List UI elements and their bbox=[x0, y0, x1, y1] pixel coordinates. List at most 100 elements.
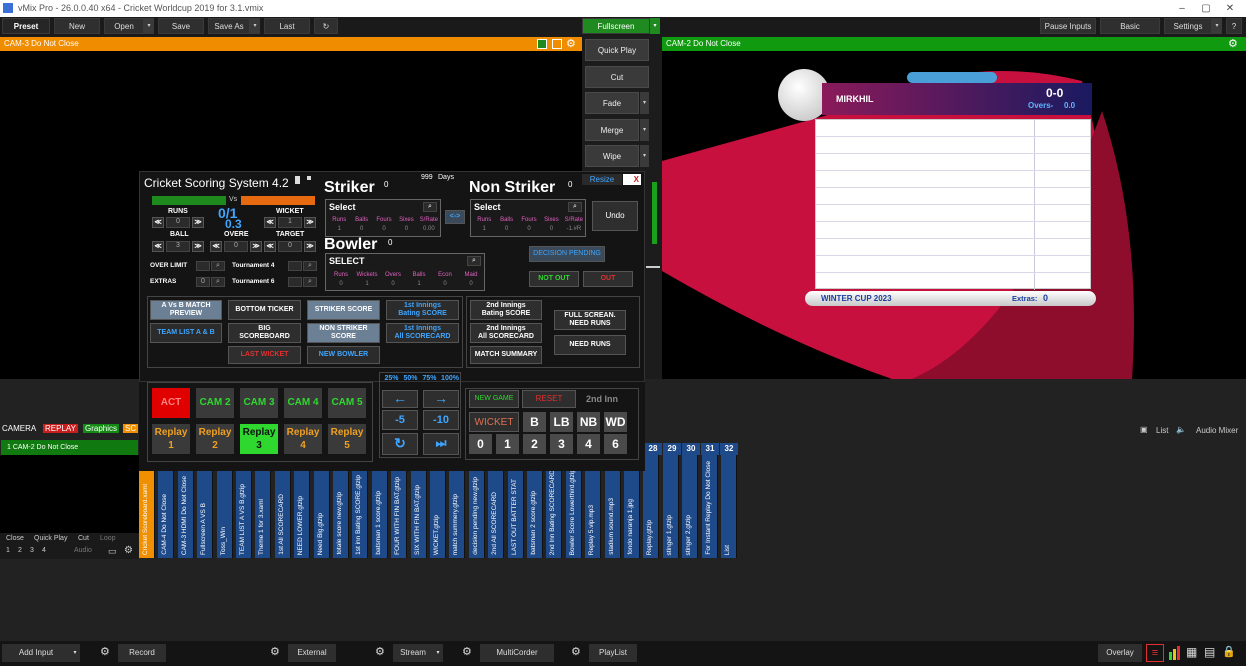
minimize-icon[interactable]: – bbox=[1170, 0, 1194, 17]
basic-button[interactable]: Basic bbox=[1100, 18, 1160, 34]
act-button[interactable]: ACT bbox=[152, 388, 190, 418]
lock-icon[interactable]: 🔒 bbox=[1222, 645, 1236, 658]
tab-sc[interactable]: SC bbox=[123, 424, 139, 433]
cam-4-button[interactable]: CAM 4 bbox=[284, 388, 322, 418]
external-button[interactable]: External bbox=[288, 644, 336, 662]
rewind-arrow-icon[interactable]: ← bbox=[382, 390, 418, 408]
tournament4-field[interactable] bbox=[288, 261, 302, 271]
list-icon[interactable]: ▣ bbox=[1140, 425, 1148, 434]
refresh-icon[interactable]: ↻ bbox=[314, 18, 338, 34]
wipe-button[interactable]: Wipe bbox=[585, 145, 639, 167]
ball-dec-button[interactable]: ≪ bbox=[152, 241, 164, 252]
scoring-pin-icon[interactable] bbox=[295, 176, 300, 184]
a-vs-b-preview-button[interactable]: A Vs B MATCH PREVIEW bbox=[150, 300, 222, 320]
input-strip[interactable]: stinger 2.gtzip bbox=[682, 443, 699, 558]
wicket-dec-button[interactable]: ≪ bbox=[264, 217, 276, 228]
speed-50-button[interactable]: 50% bbox=[401, 375, 420, 387]
match-summary-button[interactable]: MATCH SUMMARY bbox=[470, 346, 542, 364]
record-gear-icon[interactable]: ⚙ bbox=[100, 645, 110, 658]
open-dropdown-icon[interactable]: ▾ bbox=[144, 18, 154, 34]
fullscreen-dropdown-icon[interactable]: ▾ bbox=[650, 18, 660, 34]
maximize-icon[interactable]: ▢ bbox=[1194, 0, 1218, 17]
stream-button[interactable]: Stream bbox=[393, 644, 433, 662]
close-label[interactable]: Close bbox=[6, 535, 24, 542]
num-3[interactable]: 3 bbox=[30, 547, 34, 554]
speed-75-button[interactable]: 75% bbox=[420, 375, 439, 387]
replay-1-button[interactable]: Replay 1 bbox=[152, 424, 190, 454]
list-label[interactable]: List bbox=[1156, 426, 1168, 435]
replay-loop-icon[interactable]: ↻ bbox=[382, 433, 418, 455]
replay-5-button[interactable]: Replay 5 bbox=[328, 424, 366, 454]
multicorder-gear-icon[interactable]: ⚙ bbox=[462, 645, 472, 658]
striker-select[interactable]: Select bbox=[329, 202, 356, 212]
speaker-icon[interactable]: 🔈 bbox=[1176, 425, 1186, 434]
program-gear-icon[interactable]: ⚙ bbox=[1228, 37, 1238, 51]
leg-bye-button[interactable]: LB bbox=[550, 412, 573, 432]
preset-button[interactable]: Preset bbox=[2, 18, 50, 34]
over-inc-button[interactable]: ≫ bbox=[250, 241, 262, 252]
num-2[interactable]: 2 bbox=[18, 547, 22, 554]
last-wicket-button[interactable]: LAST WICKET bbox=[228, 346, 301, 364]
close-window-icon[interactable]: ✕ bbox=[1218, 0, 1242, 17]
preview-toggle-icon[interactable] bbox=[537, 39, 547, 49]
open-button[interactable]: Open bbox=[104, 18, 144, 34]
full-screen-need-runs-button[interactable]: FULL SCREAN. NEED RUNS bbox=[554, 310, 626, 330]
run-1-button[interactable]: 1 bbox=[496, 434, 519, 454]
team-list-button[interactable]: TEAM LIST A & B bbox=[150, 323, 222, 343]
speed-25-button[interactable]: 25% bbox=[382, 375, 401, 387]
no-ball-button[interactable]: NB bbox=[577, 412, 600, 432]
quick-play-label[interactable]: Quick Play bbox=[34, 535, 67, 542]
tab-graphics[interactable]: Graphics bbox=[83, 424, 120, 433]
fullscreen-button[interactable]: Fullscreen bbox=[582, 18, 650, 34]
monitor-icon[interactable]: ▭ bbox=[108, 546, 117, 557]
multicorder-button[interactable]: MultiCorder bbox=[480, 644, 554, 662]
over-limit-field[interactable] bbox=[196, 261, 210, 271]
run-4-button[interactable]: 4 bbox=[577, 434, 600, 454]
input-strip[interactable]: For Instant Replay Do Not Close bbox=[701, 443, 718, 558]
cam-2-button[interactable]: CAM 2 bbox=[196, 388, 234, 418]
save-as-button[interactable]: Save As bbox=[208, 18, 250, 34]
monitor-layout-icon[interactable]: ▤ bbox=[1204, 645, 1215, 659]
not-out-button[interactable]: NOT OUT bbox=[529, 271, 579, 287]
over-field[interactable]: 0 bbox=[224, 241, 248, 252]
run-6-button[interactable]: 6 bbox=[604, 434, 627, 454]
replay-4-button[interactable]: Replay 4 bbox=[284, 424, 322, 454]
big-scoreboard-button[interactable]: BIG SCOREBOARD bbox=[228, 323, 301, 343]
resize-button[interactable]: Resize bbox=[582, 174, 622, 185]
first-innings-all-button[interactable]: 1st Innings All SCORECARD bbox=[386, 323, 459, 343]
fast-forward-icon[interactable]: ⏭ bbox=[423, 433, 459, 455]
tab-camera[interactable]: CAMERA bbox=[2, 424, 36, 433]
decision-pending-button[interactable]: DECISION PENDING bbox=[529, 246, 605, 262]
runs-dec-button[interactable]: ≪ bbox=[152, 217, 164, 228]
new-bowler-button[interactable]: NEW BOWLER bbox=[307, 346, 380, 364]
tournament6-field[interactable] bbox=[288, 277, 302, 287]
cut-button[interactable]: Cut bbox=[585, 66, 649, 88]
second-innings-bating-button[interactable]: 2nd Innings Bating SCORE bbox=[470, 300, 542, 320]
list-gear-icon[interactable]: ⚙ bbox=[124, 545, 133, 556]
striker-score-button[interactable]: STRIKER SCORE bbox=[307, 300, 380, 320]
forward-arrow-icon[interactable]: → bbox=[423, 390, 459, 408]
playlist-button[interactable]: PlayList bbox=[589, 644, 637, 662]
bottom-ticker-button[interactable]: BOTTOM TICKER bbox=[228, 300, 301, 320]
wipe-dropdown-icon[interactable]: ▾ bbox=[640, 145, 649, 167]
list-item[interactable]: 1 CAM-2 Do Not Close bbox=[1, 440, 138, 455]
save-button[interactable]: Save bbox=[158, 18, 204, 34]
last-button[interactable]: Last bbox=[264, 18, 310, 34]
runs-field[interactable]: 0 bbox=[166, 217, 190, 228]
wicket-inc-button[interactable]: ≫ bbox=[304, 217, 316, 228]
settings-dropdown-icon[interactable]: ▾ bbox=[1212, 18, 1222, 34]
preview-gear-icon[interactable]: ⚙ bbox=[566, 37, 576, 51]
over-limit-search-icon[interactable]: ⌕ bbox=[211, 261, 225, 271]
add-input-dropdown-icon[interactable]: ▾ bbox=[70, 644, 80, 662]
tab-replay[interactable]: REPLAY bbox=[43, 424, 78, 433]
bowler-select[interactable]: SELECT bbox=[329, 256, 365, 266]
fade-dropdown-icon[interactable]: ▾ bbox=[640, 92, 649, 114]
target-field[interactable]: 0 bbox=[278, 241, 302, 252]
num-4[interactable]: 4 bbox=[42, 547, 46, 554]
cut-label[interactable]: Cut bbox=[78, 535, 89, 542]
program-video[interactable]: MIRKHIL 0-0 Overs- 0.0 WINTER CUP 2023 E… bbox=[662, 51, 1246, 379]
overlay-button[interactable]: Overlay bbox=[1098, 644, 1142, 662]
playlist-gear-icon[interactable]: ⚙ bbox=[571, 645, 581, 658]
undo-button[interactable]: Undo bbox=[592, 201, 638, 231]
swap-striker-button[interactable]: <-> bbox=[445, 210, 465, 224]
